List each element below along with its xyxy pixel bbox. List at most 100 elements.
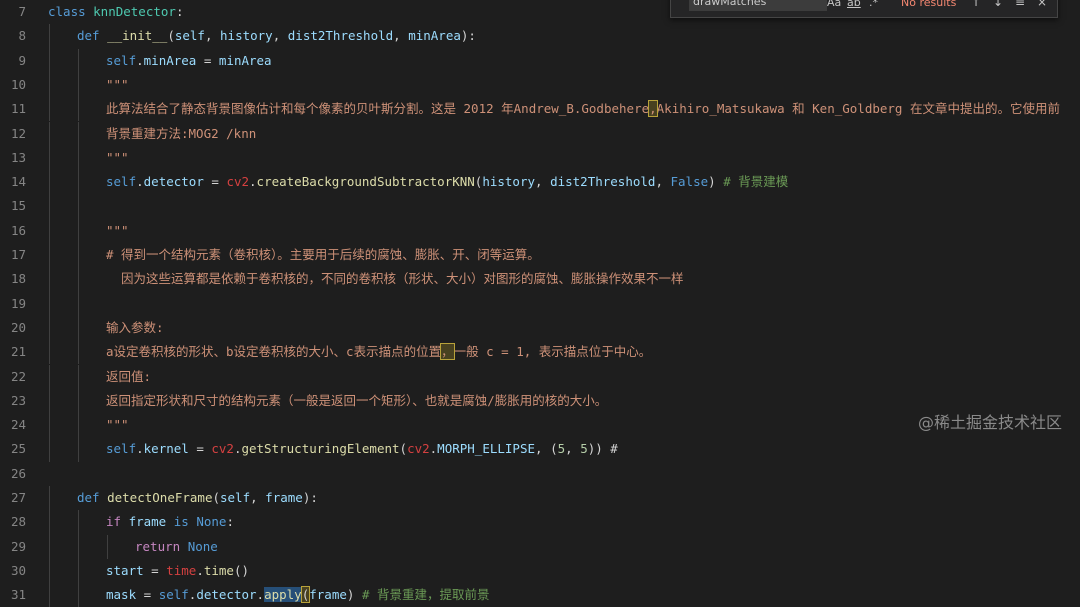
- code-text[interactable]: """: [106, 413, 129, 437]
- code-line[interactable]: 27 def detectOneFrame(self, frame):: [0, 486, 1080, 511]
- code-line[interactable]: 14 self.detector = cv2.createBackgroundSu…: [0, 170, 1080, 195]
- code-line[interactable]: 21 a设定卷积核的形状、b设定卷积核的大小、c表示描点的位置，一般 c = 1,…: [0, 340, 1080, 365]
- code-token: .: [249, 174, 257, 190]
- indent-guide: [78, 97, 79, 122]
- line-number[interactable]: 12: [0, 122, 26, 146]
- close-find-button[interactable]: ×: [1037, 0, 1047, 9]
- code-text[interactable]: 因为这些运算都是依赖于卷积核的，不同的卷积核（形状、大小）对图形的腐蚀、膨胀操作…: [106, 267, 684, 291]
- line-number[interactable]: 17: [0, 243, 26, 267]
- match-word-toggle[interactable]: ab: [847, 0, 861, 9]
- code-line[interactable]: 13 """: [0, 145, 1080, 171]
- code-text[interactable]: """: [106, 219, 129, 243]
- code-text[interactable]: return None: [135, 535, 218, 559]
- code-line[interactable]: 20 输入参数:: [0, 315, 1080, 341]
- code-text[interactable]: 输入参数:: [106, 316, 164, 340]
- code-line[interactable]: 22 返回值:: [0, 364, 1080, 389]
- line-number[interactable]: 31: [0, 583, 26, 607]
- code-line[interactable]: 12 背景重建方法:MOG2 /knn: [0, 121, 1080, 146]
- code-line[interactable]: 18 因为这些运算都是依赖于卷积核的，不同的卷积核（形状、大小）对图形的腐蚀、膨…: [0, 267, 1080, 292]
- line-number[interactable]: 23: [0, 389, 26, 413]
- code-token: self: [220, 490, 251, 505]
- line-number[interactable]: 15: [0, 194, 26, 218]
- code-line[interactable]: 19: [0, 291, 1080, 316]
- line-number[interactable]: 28: [0, 510, 26, 534]
- indent-guide: [49, 170, 50, 195]
- code-line[interactable]: 29 return None: [0, 534, 1080, 559]
- code-text[interactable]: def __init__(self, history, dist2Thresho…: [77, 24, 476, 48]
- code-token: history: [220, 28, 273, 44]
- indent-guide: [78, 534, 79, 559]
- line-number[interactable]: 27: [0, 486, 26, 510]
- code-text[interactable]: a设定卷积核的形状、b设定卷积核的大小、c表示描点的位置，一般 c = 1, 表…: [106, 340, 651, 364]
- line-number[interactable]: 16: [0, 219, 26, 243]
- code-line[interactable]: 10 """: [0, 72, 1080, 98]
- line-number[interactable]: 7: [0, 0, 26, 24]
- code-text[interactable]: mask = self.detector.apply(frame) # 背景重建…: [106, 583, 490, 607]
- code-token: ): [346, 587, 362, 603]
- line-number[interactable]: 30: [0, 559, 26, 583]
- code-line[interactable]: 8 def __init__(self, history, dist2Thresh…: [0, 24, 1080, 49]
- indent-guide: [49, 121, 50, 146]
- code-text[interactable]: """: [106, 146, 129, 170]
- line-number[interactable]: 9: [0, 49, 26, 73]
- code-line[interactable]: 11 此算法结合了静态背景图像估计和每个像素的贝叶斯分割。这是 2012 年And…: [0, 97, 1080, 122]
- code-text[interactable]: self.kernel = cv2.getStructuringElement(…: [106, 437, 618, 461]
- code-line[interactable]: 16 """: [0, 218, 1080, 243]
- next-match-button[interactable]: ↓: [993, 0, 1003, 9]
- code-text[interactable]: self.minArea = minArea: [106, 49, 272, 73]
- code-line[interactable]: 30 start = time.time(): [0, 558, 1080, 584]
- code-text[interactable]: self.detector = cv2.createBackgroundSubt…: [106, 170, 788, 194]
- code-line[interactable]: 17 # 得到一个结构元素（卷积核）。主要用于后续的腐蚀、膨胀、开、闭等运算。: [0, 243, 1080, 268]
- code-token: # 得到一个结构元素（卷积核）。主要用于后续的腐蚀、膨胀、开、闭等运算。: [106, 247, 540, 262]
- previous-match-button[interactable]: ↑: [971, 0, 981, 9]
- indent-guide: [78, 72, 79, 98]
- line-number[interactable]: 29: [0, 535, 26, 559]
- regex-toggle[interactable]: .*: [869, 0, 878, 9]
- code-line[interactable]: 28 if frame is None:: [0, 510, 1080, 535]
- find-in-selection-button[interactable]: ≡: [1015, 0, 1025, 9]
- code-text[interactable]: 此算法结合了静态背景图像估计和每个像素的贝叶斯分割。这是 2012 年Andre…: [106, 97, 1060, 121]
- code-text[interactable]: 背景重建方法:MOG2 /knn: [106, 122, 256, 146]
- code-line[interactable]: 15: [0, 194, 1080, 219]
- line-number[interactable]: 22: [0, 365, 26, 389]
- code-line[interactable]: 31 mask = self.detector.apply(frame) # 背景…: [0, 583, 1080, 607]
- code-text[interactable]: """: [106, 73, 129, 97]
- line-number[interactable]: 24: [0, 413, 26, 437]
- indent-guide: [49, 364, 50, 389]
- line-number[interactable]: 25: [0, 437, 26, 461]
- code-text[interactable]: if frame is None:: [106, 510, 234, 534]
- line-number[interactable]: 8: [0, 24, 26, 48]
- code-text[interactable]: # 得到一个结构元素（卷积核）。主要用于后续的腐蚀、膨胀、开、闭等运算。: [106, 243, 540, 267]
- indent-guide: [49, 194, 50, 219]
- code-token: =: [203, 174, 227, 190]
- code-token: """: [106, 149, 129, 165]
- line-number[interactable]: 19: [0, 292, 26, 316]
- line-number[interactable]: 10: [0, 73, 26, 97]
- code-line[interactable]: 26: [0, 462, 1080, 486]
- line-number[interactable]: 20: [0, 316, 26, 340]
- line-number[interactable]: 13: [0, 146, 26, 170]
- code-editor[interactable]: 7 class knnDetector: 8 def __init__(self, h…: [0, 0, 1080, 607]
- code-token: frame: [265, 490, 303, 505]
- code-line[interactable]: 25 self.kernel = cv2.getStructuringElemen…: [0, 437, 1080, 462]
- line-number[interactable]: 11: [0, 97, 26, 121]
- indent-guide: [49, 243, 50, 268]
- code-token: """: [106, 417, 129, 433]
- code-text[interactable]: 返回指定形状和尺寸的结构元素（一般是返回一个矩形）、也就是腐蚀/膨胀用的核的大小…: [106, 389, 607, 413]
- code-text[interactable]: start = time.time(): [106, 559, 249, 583]
- code-token: cv2: [226, 174, 250, 190]
- line-number[interactable]: 26: [0, 462, 26, 486]
- code-token: history: [482, 174, 536, 190]
- code-token: dist2Threshold: [287, 28, 394, 44]
- match-case-toggle[interactable]: Aa: [827, 0, 841, 9]
- code-text[interactable]: 返回值:: [106, 365, 151, 389]
- indent-guide: [78, 145, 79, 171]
- code-text[interactable]: def detectOneFrame(self, frame):: [77, 486, 318, 510]
- find-input[interactable]: drawMatches: [689, 0, 827, 11]
- line-number[interactable]: 21: [0, 340, 26, 364]
- line-number[interactable]: 18: [0, 267, 26, 291]
- code-line[interactable]: 9 self.minArea = minArea: [0, 48, 1080, 73]
- code-text[interactable]: class knnDetector:: [48, 0, 183, 24]
- code-token: 返回指定形状和尺寸的结构元素（一般是返回一个矩形）、也就是腐蚀/膨胀用的核的大小…: [106, 392, 608, 408]
- line-number[interactable]: 14: [0, 170, 26, 194]
